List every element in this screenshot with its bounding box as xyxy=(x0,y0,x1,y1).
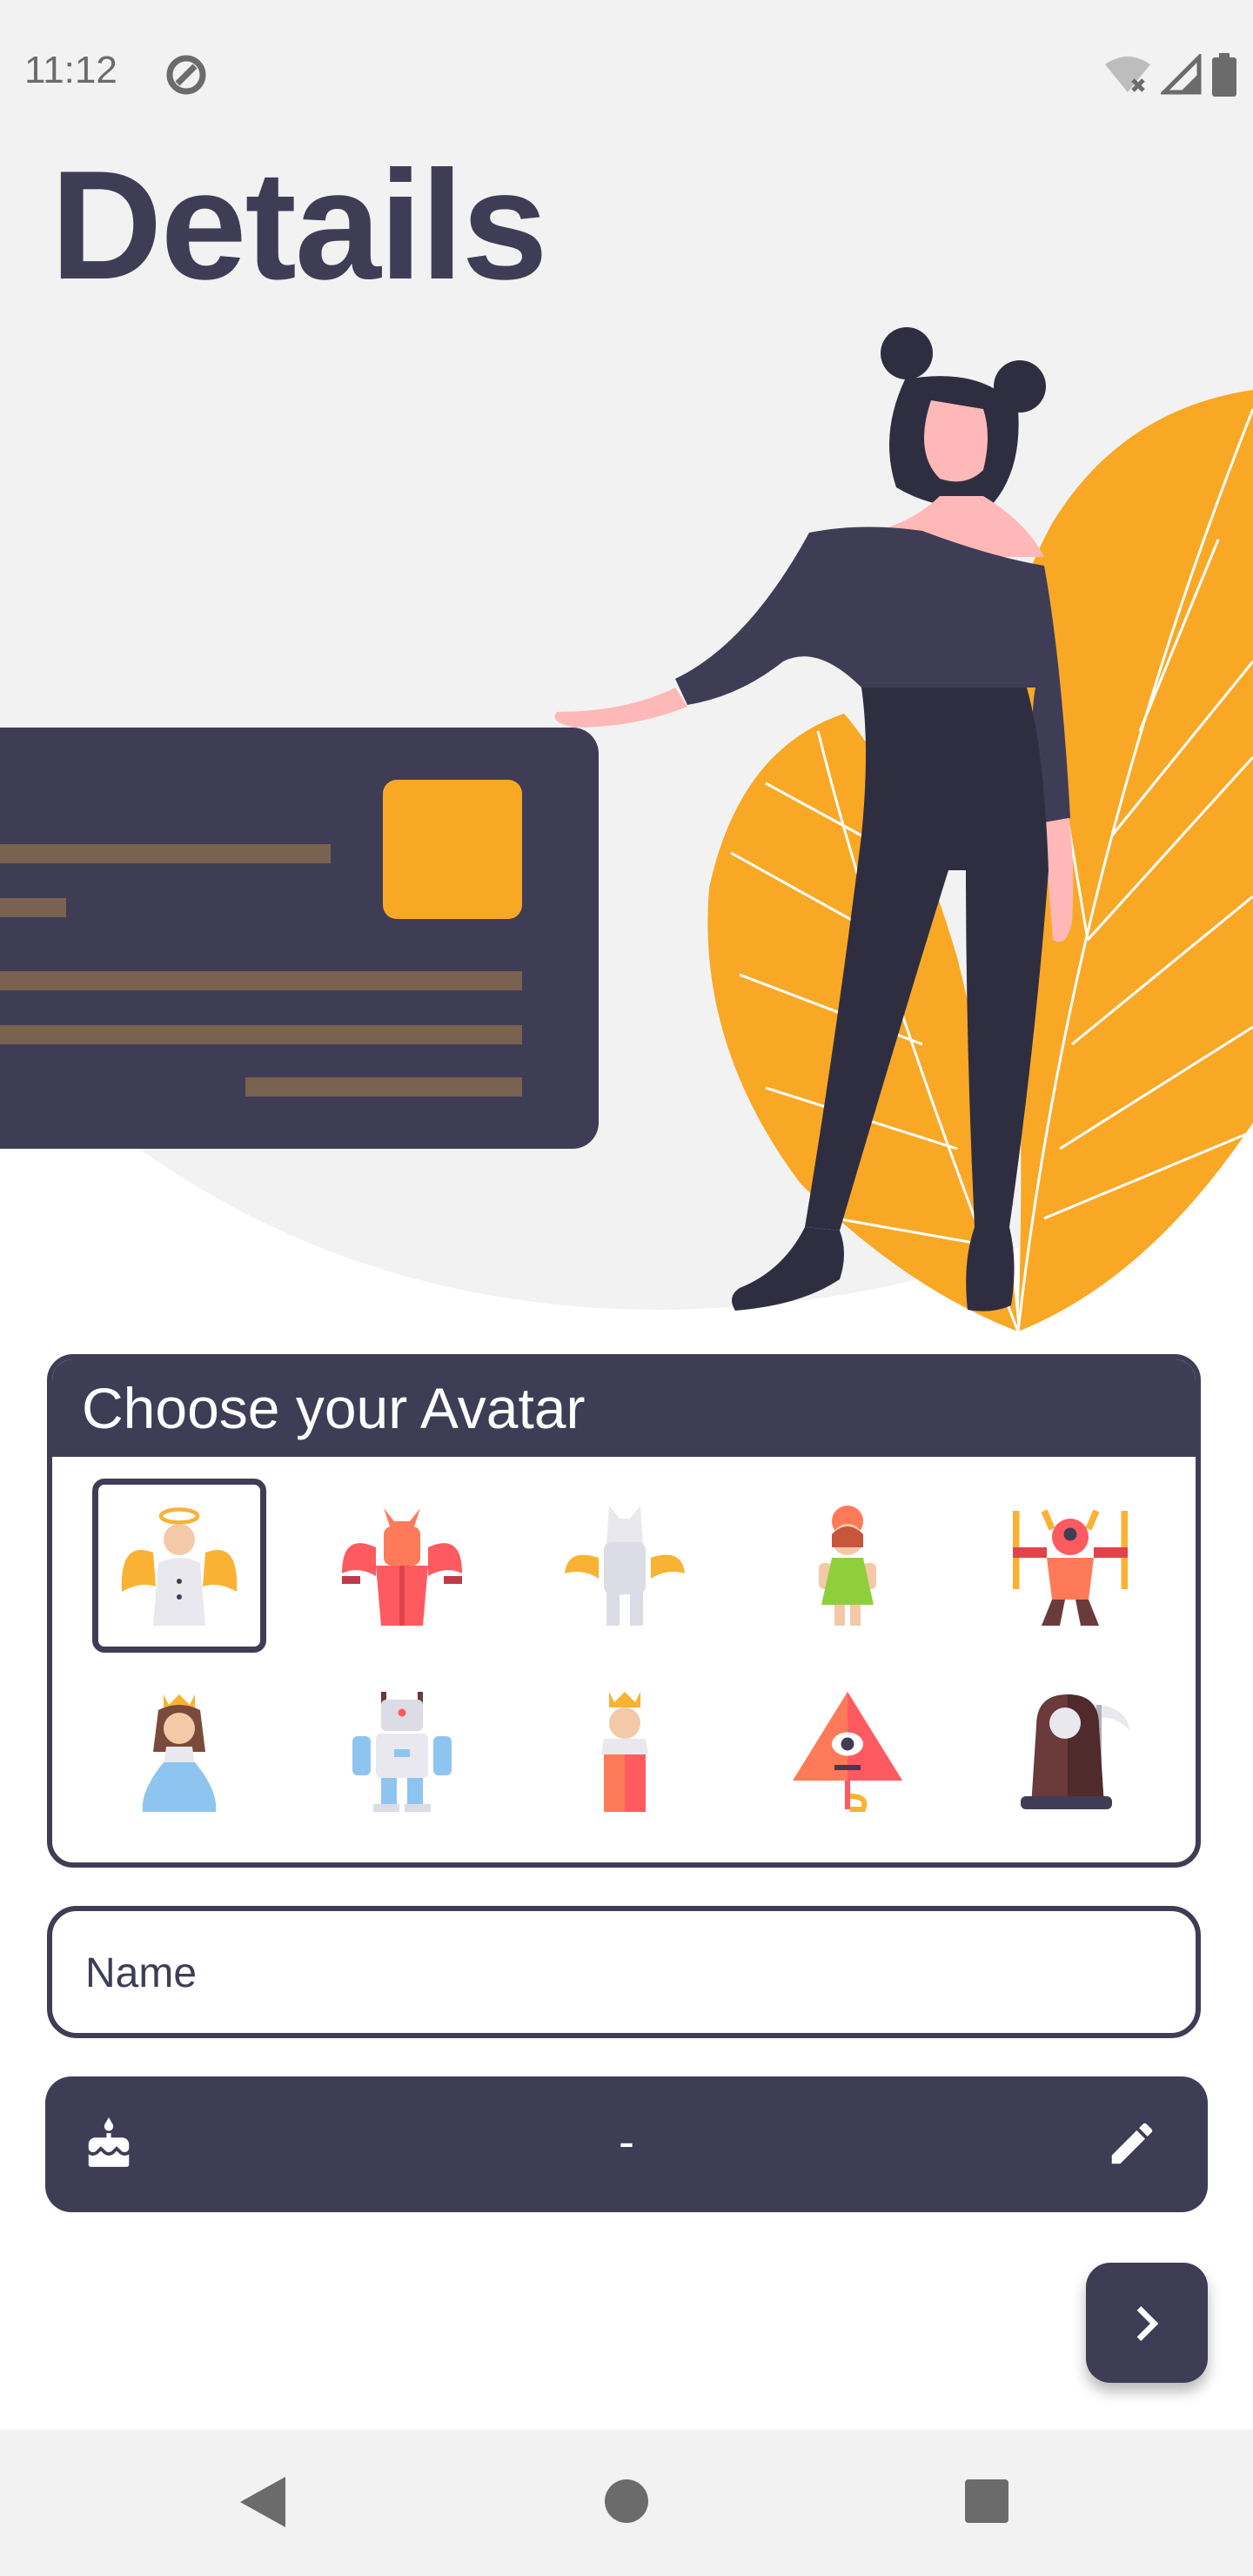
wifi-off-icon xyxy=(1105,57,1150,92)
avatar-option-genie[interactable] xyxy=(983,1479,1157,1653)
fairy-icon xyxy=(819,1506,876,1626)
avatar-option-reaper[interactable] xyxy=(983,1665,1157,1839)
name-field[interactable] xyxy=(47,1906,1201,2038)
avatar-option-robot[interactable] xyxy=(315,1665,489,1839)
battery-icon xyxy=(1212,53,1236,97)
avatar-chooser: Choose your Avatar xyxy=(47,1354,1201,1868)
avatar-option-pegasus[interactable] xyxy=(538,1479,712,1653)
status-time: 11:12 xyxy=(24,49,117,91)
avatar-option-angel[interactable] xyxy=(92,1479,266,1653)
name-input[interactable] xyxy=(84,1911,1131,2035)
status-icons xyxy=(1103,50,1237,99)
birthday-value: - xyxy=(619,2116,634,2168)
avatar-option-cyclops[interactable] xyxy=(761,1665,935,1839)
avatar-section-header: Choose your Avatar xyxy=(52,1359,1196,1457)
avatar-option-fairy[interactable] xyxy=(761,1479,935,1653)
robot-icon xyxy=(352,1692,452,1812)
birthday-picker[interactable]: - xyxy=(45,2076,1208,2212)
avatar-grid xyxy=(68,1472,1182,1847)
demon-icon xyxy=(342,1508,462,1626)
navigation-bar xyxy=(0,2430,1253,2576)
avatar-option-king[interactable] xyxy=(538,1665,712,1839)
data-saver-icon xyxy=(166,55,206,95)
king-icon xyxy=(601,1692,648,1812)
genie-icon xyxy=(1013,1509,1128,1626)
avatar-option-princess[interactable] xyxy=(92,1665,266,1839)
princess-icon xyxy=(142,1694,217,1812)
angel-icon xyxy=(121,1507,238,1626)
page-title: Details xyxy=(50,138,548,312)
home-icon[interactable] xyxy=(604,2479,649,2524)
recent-apps-icon[interactable] xyxy=(964,2479,1009,2524)
details-screen: 11:12 Details Choose your Avatar Name - xyxy=(0,0,1253,2576)
next-button[interactable] xyxy=(1086,2263,1208,2383)
avatar-option-demon[interactable] xyxy=(315,1479,489,1653)
chevron-right-icon xyxy=(1136,2306,1159,2341)
edit-icon[interactable] xyxy=(1105,2116,1159,2170)
reaper-icon xyxy=(1021,1694,1130,1809)
back-icon[interactable] xyxy=(237,2472,289,2532)
signal-icon xyxy=(1161,54,1202,95)
cyclops-icon xyxy=(793,1692,902,1812)
pegasus-icon xyxy=(565,1506,685,1626)
status-bar: 11:12 xyxy=(0,0,1253,153)
